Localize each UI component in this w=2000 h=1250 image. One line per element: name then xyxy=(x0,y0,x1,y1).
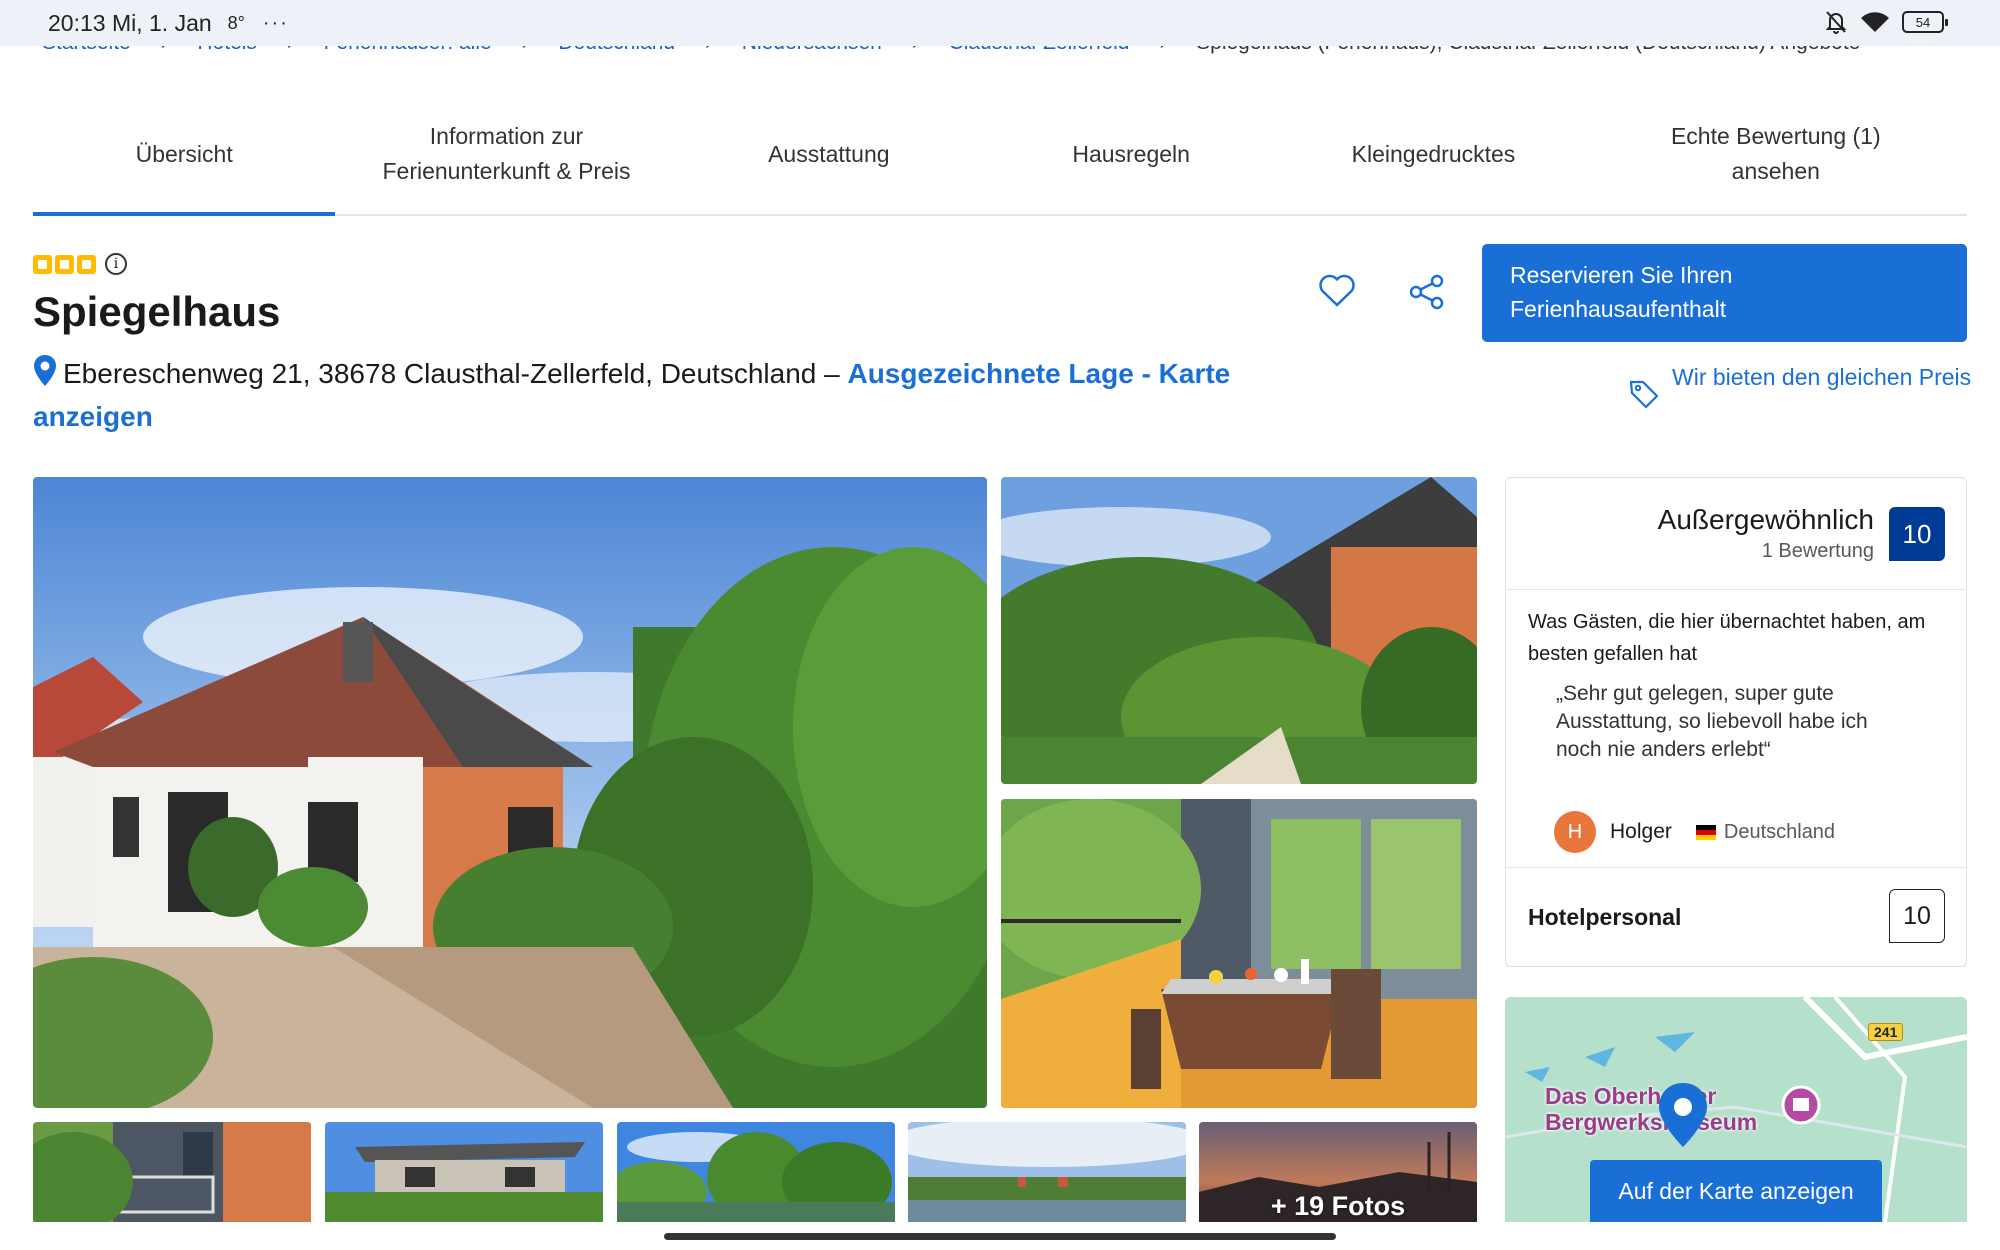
review-count: 1 Bewertung xyxy=(1761,540,1874,562)
tab-house-rules[interactable]: Hausregeln xyxy=(980,100,1282,214)
author-name: Holger xyxy=(1610,820,1672,843)
more-photos-label: + 19 Fotos xyxy=(1270,1191,1406,1221)
reserve-button[interactable]: Reservieren Sie Ihren Ferienhausaufentha… xyxy=(1482,244,1967,342)
tab-fine-print[interactable]: Kleingedrucktes xyxy=(1282,100,1584,214)
side-photo-balcony[interactable] xyxy=(1001,799,1477,1108)
status-icons: 54 xyxy=(1824,9,1948,35)
star-icon xyxy=(55,254,74,274)
location-pin-icon xyxy=(33,354,57,397)
status-time: 20:13 Mi, 1. Jan xyxy=(48,9,212,36)
map-preview[interactable]: Das Oberharzer Bergwerksmuseum 241 Auf d… xyxy=(1505,997,1967,1222)
tab-amenities[interactable]: Ausstattung xyxy=(678,100,980,214)
property-name: Spiegelhaus xyxy=(33,288,281,335)
tab-overview[interactable]: Übersicht xyxy=(33,100,336,216)
status-bar: 20:13 Mi, 1. Jan 8° ··· 54 xyxy=(0,0,2000,46)
category-score-badge: 10 xyxy=(1889,889,1945,943)
review-author: H Holger Deutschland xyxy=(1554,811,1835,853)
price-match-link[interactable]: Wir bieten den gleichen Preis xyxy=(1672,360,1992,395)
thumbnail-photo[interactable] xyxy=(325,1122,603,1222)
price-match-label: Wir bieten den gleichen Preis xyxy=(1672,364,1972,390)
review-score-badge: 10 xyxy=(1889,507,1945,561)
section-tabs: Übersicht Information zur Ferienunterkun… xyxy=(33,100,1967,216)
tab-info-price[interactable]: Information zur Ferienunterkunft & Preis xyxy=(335,100,677,214)
thumbnail-photo[interactable] xyxy=(908,1122,1186,1222)
status-more-icon: ··· xyxy=(262,11,289,34)
show-on-map-button[interactable]: Auf der Karte anzeigen xyxy=(1590,1160,1882,1222)
rating-label: Außergewöhnlich xyxy=(1657,504,1874,535)
road-number-label: 241 xyxy=(1868,1023,1904,1041)
guest-liked-heading: Was Gästen, die hier übernachtet haben, … xyxy=(1528,611,1926,665)
tab-reviews[interactable]: Echte Bewertung (1) ansehen xyxy=(1585,100,1967,214)
status-temperature: 8° xyxy=(227,12,245,33)
price-tag-icon xyxy=(1628,378,1660,415)
thumbnail-photo[interactable] xyxy=(617,1122,895,1222)
side-photo-exterior[interactable] xyxy=(1001,477,1477,784)
map-pin-icon xyxy=(1657,1081,1709,1156)
star-icon xyxy=(77,254,96,274)
wifi-icon xyxy=(1861,12,1889,32)
property-address: Ebereschenweg 21, 38678 Clausthal-Zeller… xyxy=(63,358,840,389)
review-card: Außergewöhnlich 1 Bewertung 10 Was Gäste… xyxy=(1505,477,1967,967)
review-quote: „Sehr gut gelegen, super gute Ausstattun… xyxy=(1556,682,1868,761)
review-summary[interactable]: Außergewöhnlich 1 Bewertung 10 xyxy=(1506,478,1966,590)
author-country-block: Deutschland xyxy=(1686,821,1835,844)
category-label: Hotelpersonal xyxy=(1528,904,1682,930)
muted-bell-icon xyxy=(1825,11,1847,34)
thumbnail-photo[interactable] xyxy=(33,1122,311,1222)
favorite-heart-icon[interactable] xyxy=(1318,274,1356,313)
battery-icon: 54 xyxy=(1902,11,1948,33)
property-address-block: Ebereschenweg 21, 38678 Clausthal-Zeller… xyxy=(33,354,1233,436)
star-icon xyxy=(33,254,52,274)
germany-flag-icon xyxy=(1695,824,1716,840)
avatar: H xyxy=(1554,811,1596,853)
app-root: 20:13 Mi, 1. Jan 8° ··· 54 Startseite › … xyxy=(0,0,2000,1250)
thumbnail-more-photos[interactable]: + 19 Fotos xyxy=(1199,1122,1477,1222)
main-photo[interactable] xyxy=(33,477,987,1108)
share-icon[interactable] xyxy=(1408,274,1446,315)
info-icon[interactable]: i xyxy=(105,253,127,275)
home-indicator[interactable] xyxy=(664,1233,1336,1240)
divider xyxy=(1506,867,1966,868)
author-country: Deutschland xyxy=(1723,820,1836,843)
star-rating: i xyxy=(33,253,127,275)
